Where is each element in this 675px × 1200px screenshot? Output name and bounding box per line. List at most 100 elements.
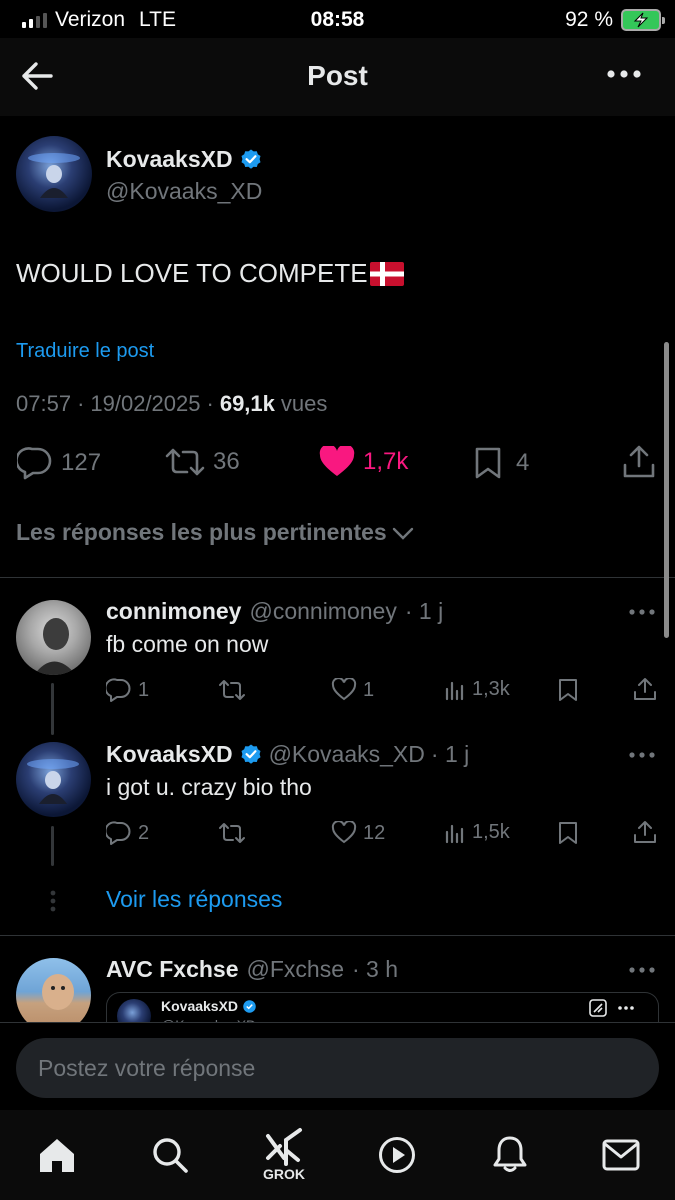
repost-icon	[219, 823, 245, 843]
share-icon[interactable]	[633, 820, 657, 844]
bookmark-icon	[475, 447, 501, 479]
search-icon[interactable]	[151, 1136, 189, 1174]
reply-icon	[106, 678, 131, 702]
reply-button[interactable]: 1	[106, 678, 149, 702]
reply-text: i got u. crazy bio tho	[106, 774, 312, 800]
reply-age: · 3 h	[352, 956, 399, 982]
sort-replies-dropdown[interactable]: Les réponses les plus pertinentes	[16, 519, 415, 546]
denmark-flag-icon	[369, 261, 404, 286]
reply-header: connimoney @connimoney · 1 j	[106, 598, 443, 625]
repost-button[interactable]	[218, 678, 252, 702]
thread-line	[51, 826, 54, 866]
more-horizontal-icon[interactable]	[606, 68, 642, 80]
reply-icon	[17, 447, 52, 480]
mail-icon[interactable]	[602, 1138, 640, 1172]
verified-badge-icon	[241, 149, 261, 169]
sort-label: Les réponses les plus pertinentes	[16, 519, 387, 545]
divider	[0, 577, 675, 578]
views-button[interactable]: 1,3k	[444, 678, 510, 701]
heart-icon	[331, 821, 357, 844]
like-button[interactable]: 12	[331, 821, 385, 845]
reply-count: 1	[138, 678, 150, 701]
reply-author-name[interactable]: AVC Fxchse	[106, 956, 239, 983]
reply-header: AVC Fxchse @Fxchse · 3 h	[106, 956, 398, 983]
author-avatar[interactable]	[16, 136, 92, 212]
bell-icon[interactable]	[491, 1134, 529, 1174]
post-meta: 07:57 · 19/02/2025 · 69,1k vues	[16, 391, 328, 416]
view-count: 1,5k	[472, 821, 510, 843]
reply-composer-input[interactable]: Postez votre réponse	[16, 1038, 659, 1098]
repost-icon	[165, 448, 205, 476]
like-count: 12	[363, 821, 386, 844]
grok-label: GROK	[263, 1166, 305, 1182]
repost-button[interactable]: 36	[165, 446, 240, 478]
bookmark-button[interactable]: 4	[474, 446, 529, 480]
repost-count: 36	[213, 448, 240, 475]
more-horizontal-icon[interactable]	[628, 751, 656, 759]
like-button[interactable]: 1	[331, 678, 374, 702]
reply-author-handle[interactable]: @Fxchse	[247, 956, 344, 983]
grok-icon[interactable]	[589, 999, 607, 1017]
views-label: vues	[280, 391, 328, 416]
reply-avatar[interactable]	[16, 742, 91, 817]
reply-author-name[interactable]: KovaaksXD	[106, 741, 233, 768]
author-name-row[interactable]: KovaaksXD	[106, 146, 263, 173]
more-horizontal-icon[interactable]	[628, 966, 656, 974]
battery-percent: 92 %	[565, 8, 613, 31]
post-time: 07:57	[16, 391, 72, 416]
repost-icon	[219, 680, 245, 700]
bookmark-count: 4	[516, 449, 530, 476]
bookmark-icon[interactable]	[558, 821, 578, 845]
view-count: 69,1k	[219, 391, 275, 416]
top-nav-bar: Post	[0, 38, 675, 116]
like-count: 1	[363, 678, 375, 701]
author-name[interactable]: KovaaksXD	[106, 146, 233, 173]
battery-icon	[621, 9, 665, 31]
reply-author-name[interactable]: connimoney	[106, 598, 241, 625]
heart-filled-icon	[319, 446, 355, 476]
view-count: 1,3k	[472, 678, 510, 700]
home-icon[interactable]	[38, 1136, 76, 1174]
verified-badge-icon	[241, 744, 261, 764]
like-button[interactable]: 1,7k	[319, 446, 408, 478]
page-title: Post	[307, 60, 368, 91]
share-icon[interactable]	[622, 444, 656, 480]
post-text-row: WOULD LOVE TO COMPETE	[16, 258, 404, 289]
heart-icon	[331, 678, 357, 701]
reply-author-handle[interactable]: @Kovaaks_XD	[269, 741, 425, 768]
video-play-icon[interactable]	[378, 1136, 416, 1174]
chevron-down-icon	[392, 527, 413, 540]
like-count: 1,7k	[363, 448, 409, 475]
translate-link[interactable]: Traduire le post	[16, 340, 154, 363]
status-bar: Verizon LTE 08:58 92 %	[0, 0, 675, 38]
more-horizontal-icon[interactable]	[628, 608, 656, 616]
more-horizontal-icon[interactable]	[617, 1005, 635, 1011]
thread-dots-icon	[50, 890, 56, 912]
reply-age: · 1 j	[430, 741, 470, 767]
scrollbar[interactable]	[664, 342, 669, 638]
views-button[interactable]: 1,5k	[444, 821, 510, 844]
bookmark-icon[interactable]	[558, 678, 578, 702]
reply-button[interactable]: 127	[17, 446, 101, 480]
share-icon[interactable]	[633, 677, 657, 701]
quoted-author-name: KovaaksXD	[161, 998, 239, 1014]
post-text: WOULD LOVE TO COMPETE	[16, 258, 368, 288]
reply-age: · 1 j	[404, 598, 444, 624]
repost-button[interactable]	[218, 821, 252, 845]
reply-button[interactable]: 2	[106, 821, 149, 845]
reply-count: 2	[138, 821, 150, 844]
grok-tab[interactable]: GROK	[258, 1126, 310, 1182]
verified-badge-icon	[243, 999, 256, 1013]
reply-header: KovaaksXD @Kovaaks_XD · 1 j	[106, 741, 469, 768]
thread-line	[51, 683, 54, 735]
analytics-icon	[445, 681, 464, 700]
author-handle[interactable]: @Kovaaks_XD	[106, 178, 262, 205]
battery-info: 92 %	[565, 8, 665, 32]
show-replies-link[interactable]: Voir les réponses	[106, 886, 282, 913]
divider	[0, 935, 675, 936]
reply-avatar[interactable]	[16, 600, 91, 675]
reply-text: fb come on now	[106, 631, 269, 657]
grok-icon	[266, 1128, 302, 1166]
quoted-author: KovaaksXD	[161, 998, 257, 1014]
reply-author-handle[interactable]: @connimoney	[249, 598, 396, 625]
